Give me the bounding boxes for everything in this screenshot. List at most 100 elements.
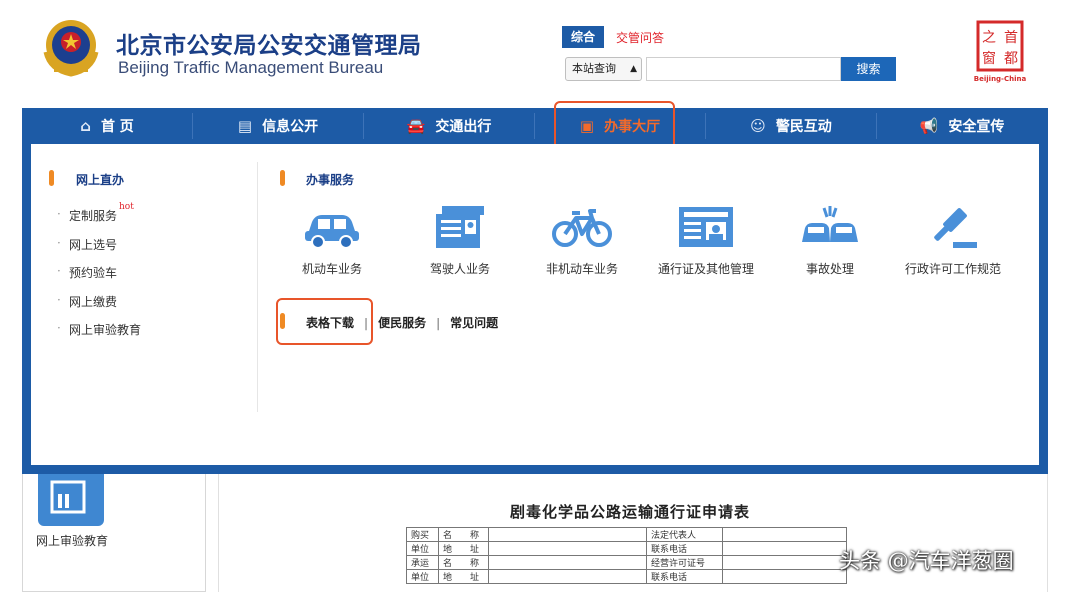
nav-police-interaction[interactable]: ☺ 警民互动 <box>706 108 876 144</box>
home-icon: ⌂ <box>80 117 91 135</box>
capital-window-seal-logo: 之 首 窗 都 Beijing-China <box>974 20 1026 83</box>
people-icon: ☺ <box>750 117 766 135</box>
table-cell: 联系电话 <box>646 569 723 584</box>
table-cell: 承运 <box>406 555 439 570</box>
table-cell: 法定代表人 <box>646 527 723 542</box>
left-item-inspection-booking[interactable]: 预约验车 <box>57 264 141 293</box>
service-label: 事故处理 <box>805 262 854 276</box>
car-icon <box>305 215 359 249</box>
document-icon: ▤ <box>237 117 253 135</box>
left-item-label: 网上审验教育 <box>69 323 142 337</box>
table-cell <box>722 555 847 570</box>
search-scope-value: 本站查询 <box>572 62 616 75</box>
table-cell <box>722 541 847 556</box>
svg-text:首: 首 <box>1004 30 1018 46</box>
search-input[interactable] <box>646 57 841 81</box>
table-cell: 单位 <box>406 541 439 556</box>
service-driver[interactable]: 驾驶人业务 <box>395 204 525 277</box>
select-arrows-icon: ▲ <box>630 64 637 74</box>
service-non-motor[interactable]: 非机动车业务 <box>517 204 647 277</box>
online-direct-title: 网上直办 <box>76 173 125 187</box>
service-label: 非机动车业务 <box>545 262 618 276</box>
search-button[interactable]: 搜索 <box>841 57 896 81</box>
nav-label: 交通出行 <box>435 119 492 135</box>
service-label: 通行证及其他管理 <box>657 262 754 276</box>
service-label: 机动车业务 <box>301 262 362 276</box>
table-cell <box>488 555 647 570</box>
svg-text:窗: 窗 <box>982 50 996 67</box>
link-separator: | <box>436 316 441 330</box>
left-item-label: 网上选号 <box>69 237 118 252</box>
left-item-custom-service[interactable]: 定制服务hot <box>57 202 141 236</box>
left-item-label: 定制服务 <box>69 209 118 223</box>
section-marker <box>49 170 54 186</box>
search-scope-select[interactable]: 本站查询 ▲ <box>565 57 642 81</box>
table-cell: 联系电话 <box>646 541 723 556</box>
table-cell <box>488 527 647 542</box>
service-admin-license[interactable]: 行政许可工作规范 <box>888 204 1018 277</box>
table-cell <box>488 541 647 556</box>
tab-general[interactable]: 综合 <box>562 26 604 48</box>
table-cell: 经营许可证号 <box>646 555 723 570</box>
table-row: 承运 名 称 经营许可证号 <box>406 555 847 570</box>
accident-icon <box>802 206 858 242</box>
service-permits[interactable]: 通行证及其他管理 <box>641 204 771 277</box>
nav-label: 首 页 <box>100 119 134 135</box>
watermark: 头条 @汽车洋葱圈 <box>839 549 1014 573</box>
police-emblem-icon <box>43 20 99 77</box>
left-item-label: 预约验车 <box>69 266 118 280</box>
gavel-icon <box>934 208 977 248</box>
site-title[interactable]: 北京市公安局公安交通管理局 <box>116 26 422 60</box>
table-cell <box>488 569 647 584</box>
monitor-icon <box>50 480 86 514</box>
tile-label[interactable]: 网上审验教育 <box>36 533 108 549</box>
table-row: 单位 地 址 联系电话 <box>406 541 847 556</box>
table-cell: 购买 <box>406 527 439 542</box>
nav-traffic-travel[interactable]: 🚘 交通出行 <box>364 108 534 144</box>
service-vehicle[interactable]: 机动车业务 <box>267 204 397 277</box>
review-education-tile-icon[interactable] <box>38 474 104 526</box>
form-title: 剧毒化学品公路运输通行证申请表 <box>510 503 751 521</box>
link-convenience-service[interactable]: 便民服务 <box>378 316 426 330</box>
license-icon <box>436 206 484 248</box>
form-table: 购买 名 称 法定代表人 单位 地 址 联系电话 承运 名 称 经营许可证号 单… <box>406 527 847 584</box>
table-cell: 地 址 <box>438 569 489 584</box>
table-cell: 地 址 <box>438 541 489 556</box>
service-label: 行政许可工作规范 <box>904 262 1001 276</box>
highlight-box-form-download <box>276 298 373 345</box>
nav-home[interactable]: ⌂ 首 页 <box>22 108 192 144</box>
panel-divider <box>257 162 258 412</box>
service-hall-dropdown <box>22 144 1048 474</box>
car-icon: 🚘 <box>406 117 426 135</box>
nav-safety-publicity[interactable]: 📢 安全宣传 <box>877 108 1047 144</box>
main-nav: ⌂ 首 页 ▤ 信息公开 🚘 交通出行 ▣ 办事大厅 ☺ 警民互动 📢 安全宣传 <box>22 108 1048 144</box>
table-cell: 名 称 <box>438 527 489 542</box>
table-cell <box>722 569 847 584</box>
left-item-label: 网上缴费 <box>69 294 118 309</box>
service-accident[interactable]: 事故处理 <box>765 204 895 277</box>
page: 北京市公安局公安交通管理局 Beijing Traffic Management… <box>0 0 1080 592</box>
hot-badge: hot <box>119 202 134 212</box>
site-title-english[interactable]: Beijing Traffic Management Bureau <box>118 58 383 78</box>
table-row: 单位 地 址 联系电话 <box>406 569 847 584</box>
link-faq[interactable]: 常见问题 <box>450 316 498 330</box>
nav-info-disclosure[interactable]: ▤ 信息公开 <box>193 108 363 144</box>
svg-text:之: 之 <box>982 30 996 46</box>
online-direct-list: 定制服务hot 网上选号 预约验车 网上缴费 网上审验教育 <box>57 202 141 350</box>
bicycle-icon <box>552 209 612 247</box>
svg-text:都: 都 <box>1004 51 1018 67</box>
permit-card-icon <box>679 207 733 247</box>
table-cell <box>722 527 847 542</box>
left-item-online-review-education[interactable]: 网上审验教育 <box>57 321 141 350</box>
table-row: 购买 名 称 法定代表人 <box>406 527 847 542</box>
section-marker <box>280 170 285 186</box>
nav-label: 安全宣传 <box>948 119 1005 135</box>
table-cell: 名 称 <box>438 555 489 570</box>
tab-traffic-qa[interactable]: 交管问答 <box>616 29 664 46</box>
services-title: 办事服务 <box>306 173 355 187</box>
left-item-online-payment[interactable]: 网上缴费 <box>57 293 141 322</box>
nav-label: 警民互动 <box>775 119 832 135</box>
megaphone-icon: 📢 <box>919 117 939 135</box>
service-label: 驾驶人业务 <box>429 262 490 276</box>
left-item-plate-selection[interactable]: 网上选号 <box>57 236 141 265</box>
